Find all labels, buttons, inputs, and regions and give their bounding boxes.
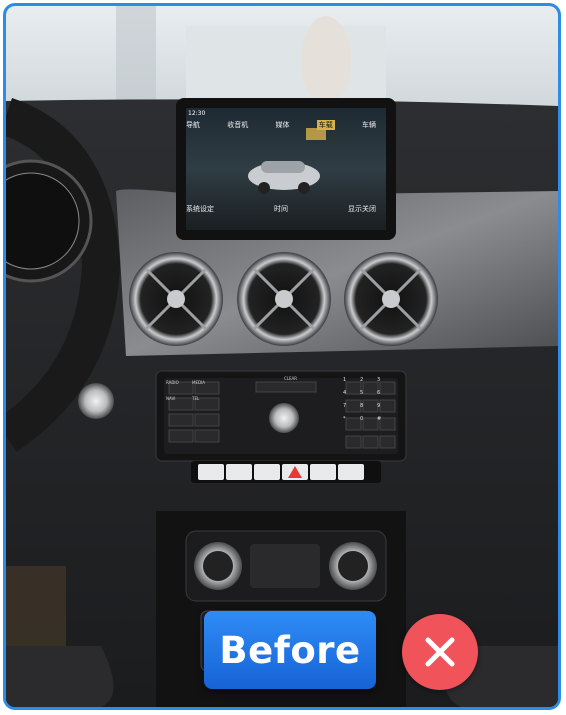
numpad-key: 2 (360, 377, 364, 383)
start-button (78, 383, 114, 419)
screen-menu-item: 时间 (274, 205, 288, 213)
radio-button-label: RADIO (166, 380, 179, 385)
numpad-key: 3 (377, 377, 381, 383)
seat-left (6, 646, 114, 707)
numpad-key: 5 (360, 390, 364, 396)
numpad-key: 8 (360, 403, 364, 409)
screen-menu-bottom: 系统设定 时间 显示关闭 (186, 204, 376, 214)
before-label: Before (204, 611, 376, 689)
radio-knob (269, 403, 299, 433)
screen-menu-top: 导航 收音机 媒体 车载 车辆 (186, 120, 376, 130)
screen-menu-item: 系统设定 (186, 205, 214, 213)
numpad-key: 0 (360, 416, 364, 422)
person (301, 16, 351, 106)
radio-left-labels: RADIO MEDIA NAVI TEL (164, 375, 224, 445)
screen-menu-item: 收音机 (227, 121, 249, 129)
screen-menu-item: 导航 (186, 121, 200, 129)
numpad-key: 9 (377, 403, 381, 409)
screen-menu-item: 显示关闭 (348, 205, 376, 213)
close-icon (425, 637, 455, 667)
numpad-key: 7 (343, 403, 347, 409)
radio-button-label: TEL (192, 396, 200, 401)
screen-clock: 12:30 (188, 110, 206, 117)
numpad-key: 4 (343, 390, 347, 396)
screen-overlay: 12:30 导航 收音机 媒体 车载 车辆 系统设定 时间 显示关闭 (184, 108, 378, 226)
numpad-key: # (377, 416, 382, 422)
radio-button-label: NAVI (166, 396, 176, 401)
numpad-key: * (343, 416, 346, 422)
clear-label: CLEAR (284, 376, 298, 381)
numpad-key: 6 (377, 390, 381, 396)
screen-menu-item: 车辆 (362, 121, 376, 129)
numpad-key: 1 (343, 377, 347, 383)
numpad-labels: 1 2 3 4 5 6 7 8 9 * 0 # (343, 377, 391, 422)
close-button[interactable] (402, 614, 478, 690)
screen-menu-item: 媒体 (275, 121, 290, 129)
screen-menu-item: 车载 (316, 120, 335, 130)
radio-button-label: MEDIA (192, 380, 205, 385)
